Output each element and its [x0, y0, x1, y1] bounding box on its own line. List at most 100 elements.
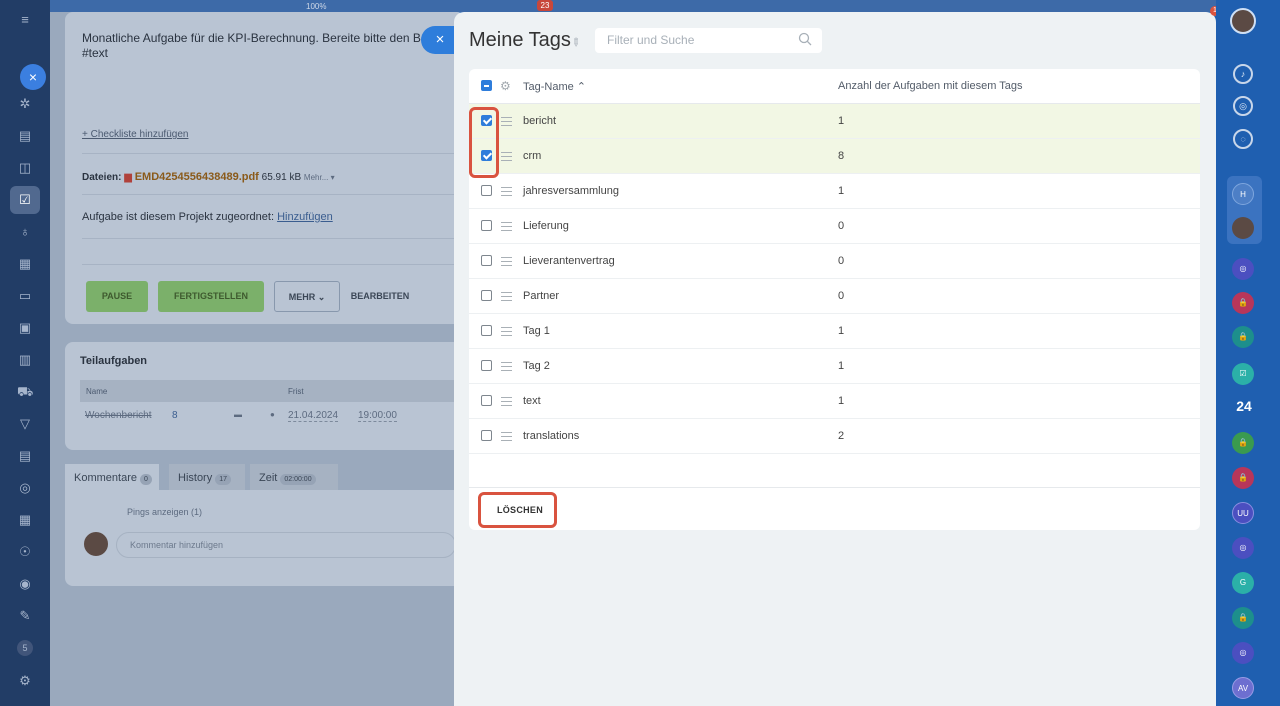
- table-row[interactable]: Partner 0: [469, 279, 1200, 314]
- box-icon[interactable]: ◎: [17, 480, 33, 496]
- drag-handle-icon[interactable]: [501, 257, 512, 266]
- row-checkbox[interactable]: [481, 360, 492, 371]
- description-tag: #text: [82, 46, 109, 60]
- monitor-icon[interactable]: ▣: [17, 320, 33, 336]
- chat-group-icon[interactable]: ◎: [1232, 258, 1254, 280]
- documents-icon[interactable]: ▦: [17, 256, 33, 272]
- card-icon[interactable]: ▭: [17, 288, 33, 304]
- edit-button[interactable]: BEARBEITEN: [348, 281, 412, 312]
- table-row[interactable]: crm 8: [469, 139, 1200, 174]
- row-checkbox[interactable]: [481, 325, 492, 336]
- subtask-row[interactable]: Wochenbericht 8 ▬ ● 21.04.2024 19:00:00: [80, 410, 465, 426]
- search-icon[interactable]: [798, 32, 812, 46]
- gear-icon[interactable]: ⚙: [500, 79, 511, 93]
- comment-input[interactable]: Kommentar hinzufügen: [116, 532, 456, 558]
- target-icon[interactable]: ◉: [17, 576, 33, 592]
- drag-handle-icon[interactable]: [501, 327, 512, 336]
- file-link[interactable]: EMD4254556438489.pdf: [135, 171, 259, 183]
- menu-icon[interactable]: ≡: [17, 12, 33, 28]
- row-checkbox[interactable]: [481, 220, 492, 231]
- edit-doc-icon[interactable]: ✎: [17, 608, 33, 624]
- drag-handle-icon[interactable]: [501, 292, 512, 301]
- files-label: Dateien:: [82, 172, 122, 183]
- table-row[interactable]: Tag 1 1: [469, 314, 1200, 349]
- tag-name: jahresversammlung: [523, 185, 619, 197]
- drag-handle-icon[interactable]: [501, 187, 512, 196]
- avatar[interactable]: H: [1232, 183, 1254, 205]
- bell-icon[interactable]: ♪: [1233, 64, 1253, 84]
- drag-handle-icon[interactable]: [501, 362, 512, 371]
- calendar-counter[interactable]: 24: [1233, 398, 1255, 414]
- search-box[interactable]: [595, 28, 822, 53]
- cart-icon[interactable]: ⛟: [17, 384, 33, 400]
- subtask-name[interactable]: Wochenbericht: [85, 410, 152, 421]
- drag-handle-icon[interactable]: [501, 397, 512, 406]
- contacts-icon[interactable]: ♁: [17, 224, 33, 240]
- col-tag-name[interactable]: Tag-Name ⌃: [523, 80, 586, 93]
- stream-icon[interactable]: ✲: [17, 96, 33, 112]
- avatar[interactable]: G: [1232, 572, 1254, 594]
- avatar[interactable]: UU: [1232, 502, 1254, 524]
- close-panel-button[interactable]: ×: [421, 26, 455, 54]
- tab-time[interactable]: Zeit 02:00:00: [250, 464, 338, 492]
- lock-icon[interactable]: 🔒: [1232, 292, 1254, 314]
- table-row[interactable]: Lieverantenvertrag 0: [469, 244, 1200, 279]
- subtask-time[interactable]: 19:00:00: [358, 410, 397, 422]
- row-checkbox[interactable]: [481, 185, 492, 196]
- tab-comments[interactable]: Kommentare 0: [65, 464, 159, 492]
- chat-group-icon[interactable]: ◎: [1232, 537, 1254, 559]
- row-checkbox[interactable]: [481, 395, 492, 406]
- divider: [82, 194, 465, 195]
- analytics-icon[interactable]: ▥: [17, 352, 33, 368]
- filter-icon[interactable]: ▽: [17, 416, 33, 432]
- file-more[interactable]: Mehr... ▾: [304, 173, 335, 182]
- add-checklist-link[interactable]: + Checkliste hinzufügen: [82, 129, 188, 140]
- tasks-icon[interactable]: ☑: [17, 192, 33, 208]
- table-row[interactable]: translations 2: [469, 419, 1200, 454]
- pause-button[interactable]: PAUSE: [86, 281, 148, 312]
- avatar[interactable]: [1232, 217, 1254, 239]
- tag-count: 0: [838, 220, 845, 232]
- table-row[interactable]: bericht 1: [469, 104, 1200, 139]
- chat-icon[interactable]: ◫: [17, 160, 33, 176]
- table-row[interactable]: jahresversammlung 1: [469, 174, 1200, 209]
- more-button[interactable]: MEHR ⌄: [274, 281, 340, 312]
- subtask-status-icon: ▬: [234, 410, 242, 419]
- task-chat-icon[interactable]: ☑: [1232, 363, 1254, 385]
- lock-icon[interactable]: 🔒: [1232, 432, 1254, 454]
- col-task-count[interactable]: Anzahl der Aufgaben mit diesem Tags: [838, 80, 1022, 92]
- id-card-icon[interactable]: ▤: [17, 448, 33, 464]
- row-checkbox[interactable]: [481, 255, 492, 266]
- row-checkbox[interactable]: [481, 430, 492, 441]
- lock-icon[interactable]: 🔒: [1232, 326, 1254, 348]
- robot-icon[interactable]: ☉: [17, 544, 33, 560]
- lock-icon[interactable]: 🔒: [1232, 607, 1254, 629]
- close-icon: ×: [435, 31, 445, 48]
- drag-handle-icon[interactable]: [501, 117, 512, 126]
- table-row[interactable]: Lieferung 0: [469, 209, 1200, 244]
- finish-button[interactable]: FERTIGSTELLEN: [158, 281, 264, 312]
- drag-handle-icon[interactable]: [501, 222, 512, 231]
- more-label: MEHR: [288, 292, 316, 302]
- table-row[interactable]: text 1: [469, 384, 1200, 419]
- chat-icon[interactable]: ◌: [1233, 129, 1253, 149]
- table-row[interactable]: Tag 2 1: [469, 349, 1200, 384]
- row-checkbox[interactable]: [481, 290, 492, 301]
- settings-icon[interactable]: ⚙: [17, 673, 33, 689]
- tab-history[interactable]: History 17: [169, 464, 245, 492]
- calendar-icon[interactable]: ▦: [17, 512, 33, 528]
- lock-icon[interactable]: 🔒: [1232, 467, 1254, 489]
- drag-handle-icon[interactable]: [501, 432, 512, 441]
- search-input[interactable]: [607, 33, 787, 47]
- target-icon[interactable]: ◎: [1233, 96, 1253, 116]
- drag-handle-icon[interactable]: [501, 152, 512, 161]
- select-all-checkbox[interactable]: [481, 80, 492, 91]
- subtask-date[interactable]: 21.04.2024: [288, 410, 339, 422]
- user-avatar[interactable]: [1230, 8, 1256, 34]
- avatar[interactable]: AV: [1232, 677, 1254, 699]
- chat-group-icon[interactable]: ◎: [1232, 642, 1254, 664]
- feed-icon[interactable]: ▤: [17, 128, 33, 144]
- add-project-link[interactable]: Hinzufügen: [277, 211, 333, 223]
- close-icon[interactable]: ×: [20, 64, 46, 90]
- pings-link[interactable]: Pings anzeigen (1): [127, 507, 202, 517]
